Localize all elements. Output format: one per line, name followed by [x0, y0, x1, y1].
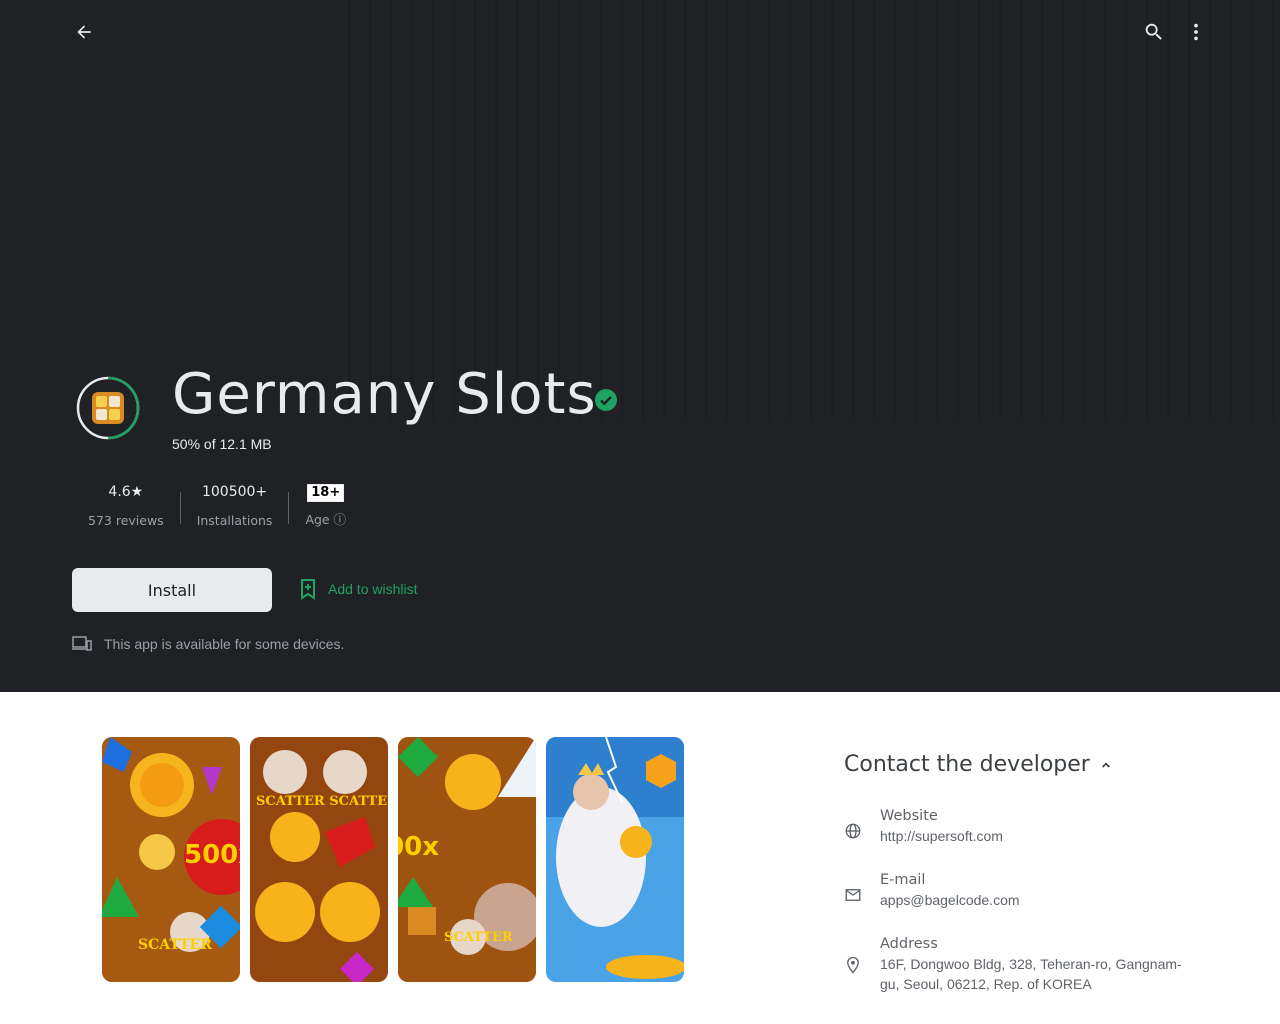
contact-address: Address 16F, Dongwoo Bldg, 328, Teheran-…	[844, 934, 1200, 994]
screenshots-gallery: 500x SCATTER SCATTER SCATTER 500x	[102, 737, 684, 982]
bookmark-add-icon	[301, 579, 315, 600]
screenshot-2-text-scatter: SCATTER SCATTER	[256, 794, 388, 809]
add-to-wishlist-button[interactable]: Add to wishlist	[298, 578, 417, 600]
search-button[interactable]	[1134, 12, 1174, 52]
verified-icon	[594, 388, 618, 412]
app-icon-with-progress	[76, 376, 140, 440]
screenshot-2[interactable]: SCATTER SCATTER	[250, 737, 388, 982]
contact-email[interactable]: E-mail apps@bagelcode.com	[844, 870, 1020, 910]
download-progress-text: 50% of 12.1 MB	[172, 436, 272, 452]
location-pin-icon	[847, 956, 859, 974]
contact-website[interactable]: Website http://supersoft.com	[844, 806, 1003, 846]
rating-stat[interactable]: 4.6★ 573 reviews	[72, 484, 180, 528]
age-label: Age ⓘ	[305, 512, 347, 527]
age-rating-badge: 18+	[307, 484, 345, 502]
chevron-up-icon	[1101, 761, 1110, 768]
installs-stat: 100500+ Installations	[181, 484, 289, 528]
hero-background-pattern	[330, 0, 1280, 420]
more-vert-icon	[1194, 23, 1198, 41]
age-stat[interactable]: 18+ Age ⓘ	[289, 484, 362, 528]
install-button[interactable]: Install	[72, 568, 272, 612]
screenshot-3[interactable]: 500x SCATTER	[398, 737, 536, 982]
email-value[interactable]: apps@bagelcode.com	[880, 890, 1020, 910]
rating-value: 4.6★	[108, 484, 144, 500]
screenshot-3-text-500: 500x	[398, 832, 439, 862]
address-label: Address	[880, 936, 938, 952]
search-icon	[1145, 23, 1162, 40]
screenshot-1[interactable]: 500x SCATTER	[102, 737, 240, 982]
back-arrow-icon	[77, 25, 91, 39]
availability-text: This app is available for some devices.	[104, 636, 345, 652]
globe-icon	[845, 823, 861, 839]
contact-developer-toggle[interactable]: Contact the developer	[844, 752, 1114, 777]
app-stats: 4.6★ 573 reviews 100500+ Installations 1…	[72, 484, 362, 528]
website-value[interactable]: http://supersoft.com	[880, 826, 1003, 846]
contact-title-text: Contact the developer	[844, 752, 1090, 777]
devices-icon	[72, 636, 92, 651]
installs-label: Installations	[196, 513, 273, 528]
back-button[interactable]	[64, 12, 104, 52]
screenshot-1-text-scatter: SCATTER	[138, 937, 212, 953]
email-label: E-mail	[880, 872, 926, 888]
address-value: 16F, Dongwoo Bldg, 328, Teheran-ro, Gang…	[880, 956, 1182, 992]
more-options-button[interactable]	[1176, 12, 1216, 52]
website-label: Website	[880, 808, 938, 824]
app-header: Germany Slots 50% of 12.1 MB 4.6★ 573 re…	[0, 0, 1280, 692]
screenshot-1-text-500: 500x	[184, 840, 240, 870]
screenshot-4[interactable]	[546, 737, 684, 982]
installs-value: 100500+	[201, 484, 268, 500]
wishlist-label: Add to wishlist	[328, 581, 418, 597]
screenshot-3-text-scatter: SCATTER	[444, 930, 513, 945]
reviews-count: 573 reviews	[88, 513, 164, 528]
mail-icon	[845, 889, 861, 901]
device-availability: This app is available for some devices.	[72, 636, 344, 652]
app-title: Germany Slots	[172, 362, 597, 427]
